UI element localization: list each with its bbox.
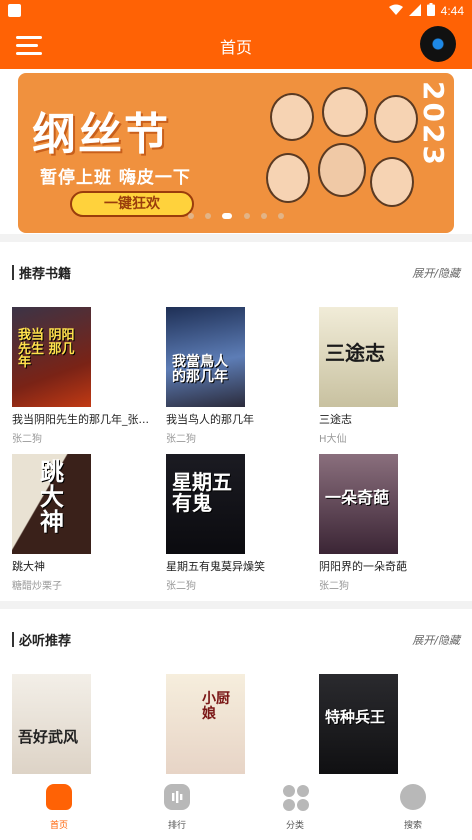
book-card[interactable]: 跳 大 神 跳大神 糖醋炒栗子 xyxy=(12,454,152,594)
book-title: 星期五有鬼莫异燥笑 xyxy=(166,560,265,573)
book-cover: 我当 阴阳先生 那几年 xyxy=(12,307,91,407)
cover-title: 小厨娘 xyxy=(202,691,230,722)
promo-banner[interactable]: 纲丝节 暂停上班 嗨皮一下 一键狂欢 2023 xyxy=(18,73,454,233)
banner-year: 2023 xyxy=(417,81,450,167)
book-card[interactable]: 三途志 三途志 H大仙 xyxy=(319,307,459,447)
wifi-icon xyxy=(388,4,403,19)
status-icons: 4:44 xyxy=(388,2,464,20)
book-cover: 我當鳥人 的那几年 xyxy=(166,307,245,407)
notification-icon xyxy=(8,4,21,17)
tab-category[interactable]: 分类 xyxy=(255,784,335,836)
book-card[interactable]: 我當鳥人 的那几年 我当鸟人的那几年 张二狗 xyxy=(166,307,306,447)
pager-dot xyxy=(188,213,195,219)
tab-home[interactable]: 首页 xyxy=(19,784,99,836)
section-divider xyxy=(0,234,472,242)
book-title: 我当鸟人的那几年 xyxy=(166,413,254,426)
section-header-recommended-books: 推荐书籍 展开/隐藏 xyxy=(0,257,472,287)
book-title: 阴阳界的一朵奇葩 xyxy=(319,560,407,573)
pager-dot xyxy=(260,213,267,219)
section-marker xyxy=(12,632,14,647)
book-card[interactable]: 我当 阴阳先生 那几年 我当阴阳先生的那几年_张... 张二狗 xyxy=(12,307,152,447)
pager-dot xyxy=(277,213,284,219)
book-author: 张二狗 xyxy=(319,581,349,592)
section-marker xyxy=(12,265,14,280)
book-title: 跳大神 xyxy=(12,560,45,573)
home-icon xyxy=(46,784,72,810)
book-cover: 跳 大 神 xyxy=(12,454,91,554)
book-card[interactable]: 吾好武风 xyxy=(12,674,152,774)
book-author: H大仙 xyxy=(319,434,347,445)
book-author: 张二狗 xyxy=(166,581,196,592)
pager-dot xyxy=(243,213,250,219)
book-title: 我当阴阳先生的那几年_张... xyxy=(12,413,149,426)
cover-title: 特种兵王 xyxy=(325,708,386,726)
ranking-icon xyxy=(164,784,190,810)
book-title: 三途志 xyxy=(319,413,352,426)
section-title: 推荐书籍 xyxy=(19,267,72,282)
battery-icon xyxy=(426,3,435,19)
pager-dot xyxy=(205,213,212,219)
book-cover: 小厨娘 xyxy=(166,674,245,774)
pager-dot-active xyxy=(222,213,233,219)
book-card[interactable]: 小厨娘 xyxy=(166,674,306,774)
book-card[interactable]: 星期五 有鬼 星期五有鬼莫异燥笑 张二狗 xyxy=(166,454,306,594)
tab-ranking[interactable]: 排行 xyxy=(137,784,217,836)
cover-title: 一朵奇葩 xyxy=(325,488,390,507)
section-divider xyxy=(0,601,472,609)
cover-title: 我当 阴阳先生 那几年 xyxy=(18,328,75,371)
search-icon xyxy=(400,784,426,810)
banner-pager-dots xyxy=(18,204,454,223)
cover-title: 我當鳥人 的那几年 xyxy=(172,354,228,385)
book-cover: 一朵奇葩 xyxy=(319,454,398,554)
tab-label: 首页 xyxy=(49,821,68,831)
book-author: 张二狗 xyxy=(166,434,196,445)
vinyl-disc-icon[interactable] xyxy=(420,26,456,62)
banner-logo: 纲丝节 xyxy=(32,109,170,160)
tab-label: 分类 xyxy=(285,821,304,831)
book-author: 糖醋炒栗子 xyxy=(12,581,62,592)
book-card[interactable]: 一朵奇葩 阴阳界的一朵奇葩 张二狗 xyxy=(319,454,459,594)
book-cover: 星期五 有鬼 xyxy=(166,454,245,554)
status-bar: 4:44 xyxy=(0,0,472,22)
book-card[interactable]: 特种兵王 xyxy=(319,674,459,774)
status-time: 4:44 xyxy=(440,4,464,18)
cover-title: 星期五 有鬼 xyxy=(172,470,232,515)
page-title: 首页 xyxy=(219,38,252,57)
book-author: 张二狗 xyxy=(12,434,42,445)
book-cover: 特种兵王 xyxy=(319,674,398,774)
bottom-tab-bar: 首页 排行 分类 搜索 xyxy=(0,778,472,840)
cover-title: 吾好武风 xyxy=(18,728,79,746)
section-header-must-listen: 必听推荐 展开/隐藏 xyxy=(0,624,472,654)
tab-label: 排行 xyxy=(167,821,186,831)
cover-title: 跳 大 神 xyxy=(40,458,64,537)
section-title: 必听推荐 xyxy=(19,634,72,649)
tab-search[interactable]: 搜索 xyxy=(373,784,453,836)
app-bar: 首页 xyxy=(0,22,472,69)
book-cover: 吾好武风 xyxy=(12,674,91,774)
category-grid-icon xyxy=(282,784,309,811)
tab-label: 搜索 xyxy=(403,821,422,831)
signal-icon xyxy=(408,3,421,19)
book-cover: 三途志 xyxy=(319,307,398,407)
banner-slogan: 暂停上班 嗨皮一下 xyxy=(40,168,191,188)
expand-toggle[interactable]: 展开/隐藏 xyxy=(412,265,460,281)
cover-title: 三途志 xyxy=(325,341,385,365)
expand-toggle[interactable]: 展开/隐藏 xyxy=(412,632,460,648)
